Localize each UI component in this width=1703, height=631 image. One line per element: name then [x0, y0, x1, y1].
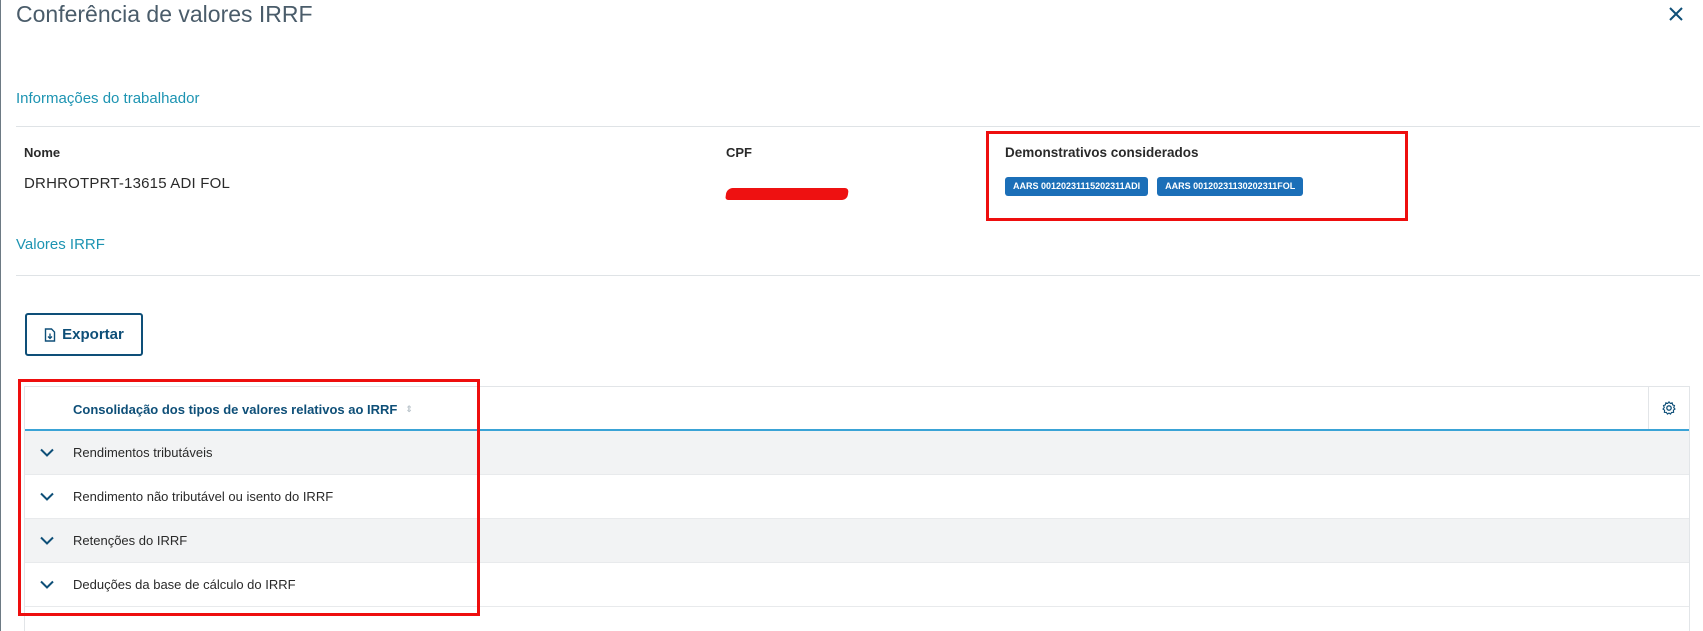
- file-export-icon: [44, 327, 56, 342]
- name-value: DRHROTPRT-13615 ADI FOL: [24, 175, 231, 192]
- divider: [16, 275, 1700, 276]
- window-left-border: [0, 0, 1, 631]
- section-title-irrf-values: Valores IRRF: [16, 236, 105, 253]
- table-settings-button[interactable]: [1648, 387, 1689, 429]
- cpf-redaction: [725, 188, 849, 200]
- section-title-worker-info: Informações do trabalhador: [16, 90, 200, 107]
- highlight-box-table: [18, 379, 480, 616]
- name-label: Nome: [24, 145, 61, 160]
- close-button[interactable]: [1664, 2, 1688, 26]
- divider: [16, 126, 1700, 127]
- cpf-label: CPF: [726, 145, 752, 160]
- gear-icon: [1662, 401, 1676, 415]
- highlight-box-statements: [986, 131, 1408, 221]
- modal-title: Conferência de valores IRRF: [16, 1, 313, 27]
- close-icon: [1669, 7, 1683, 21]
- export-button-label: Exportar: [62, 326, 124, 343]
- export-button[interactable]: Exportar: [25, 313, 143, 356]
